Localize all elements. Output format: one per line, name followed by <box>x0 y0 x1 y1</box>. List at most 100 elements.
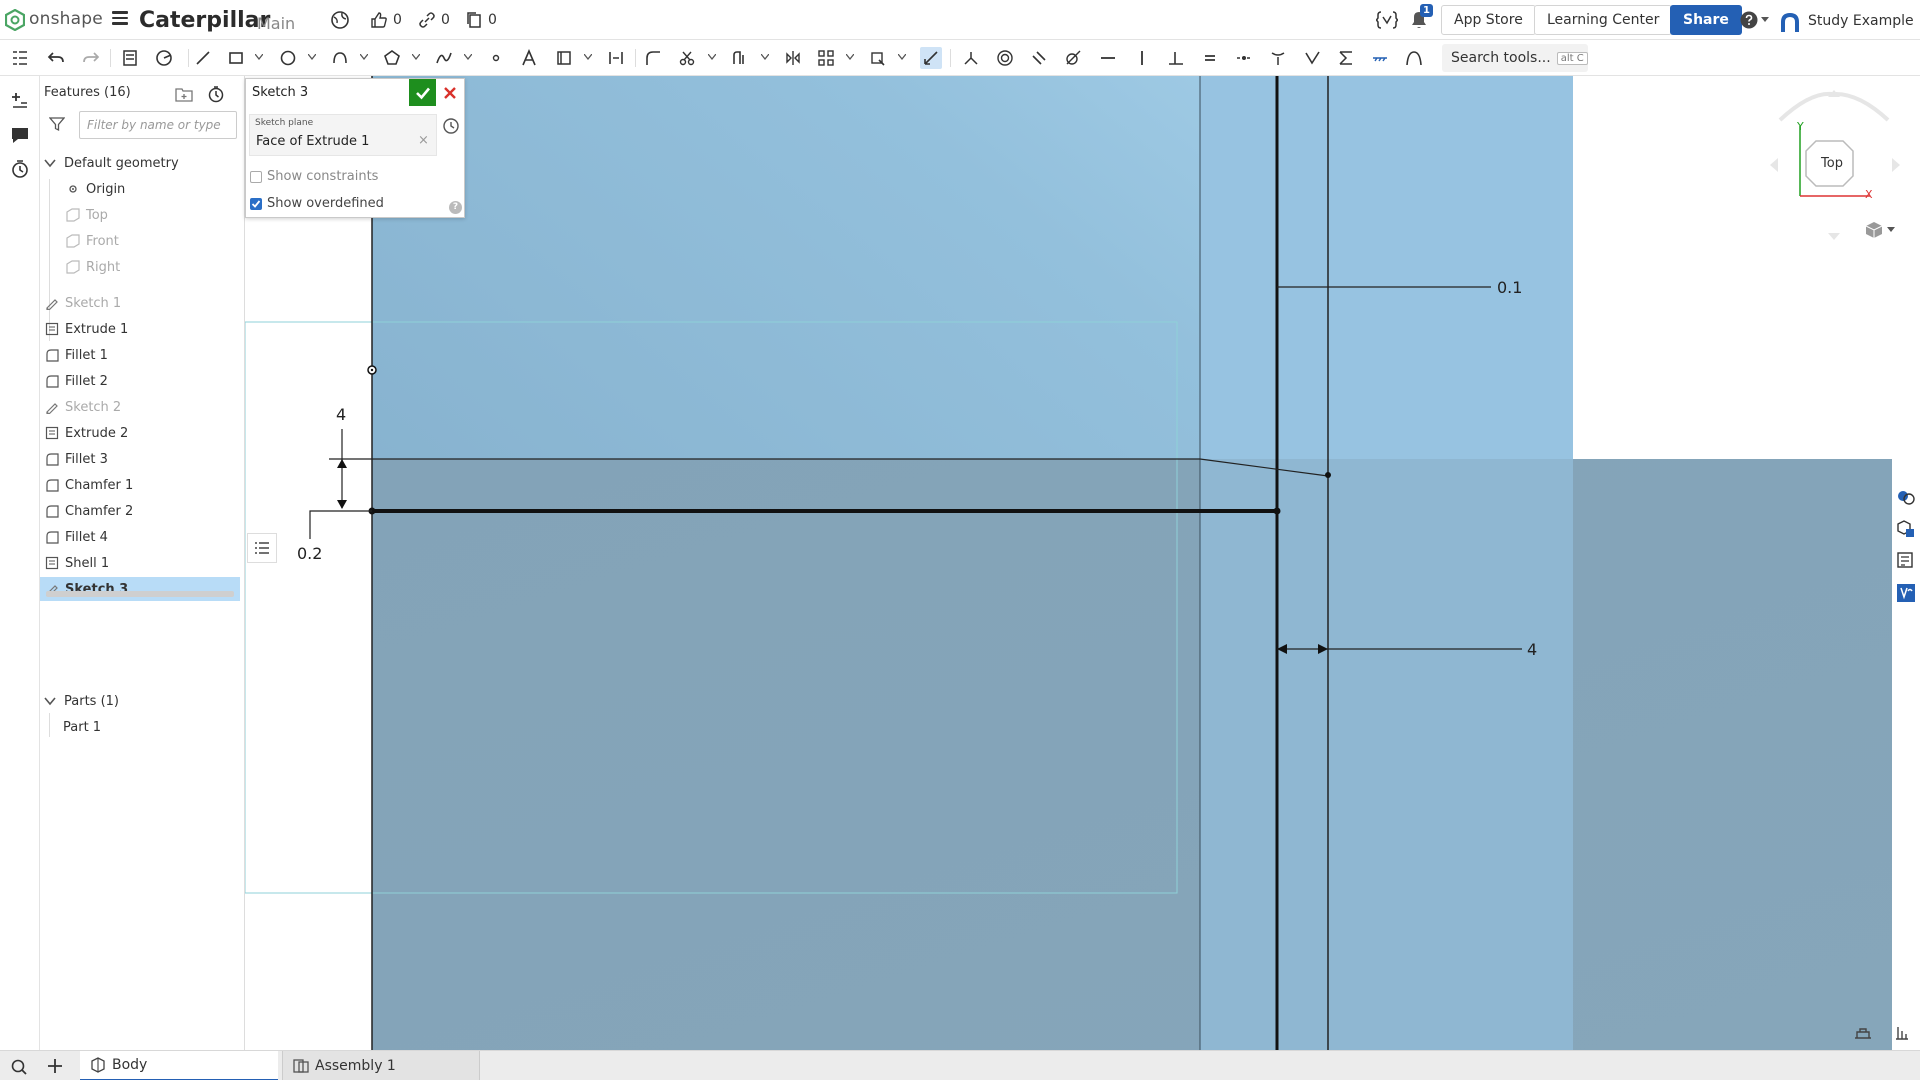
chevron-down-icon[interactable] <box>308 54 316 60</box>
point-tool-icon[interactable] <box>485 47 507 69</box>
document-title[interactable]: Caterpillar <box>139 8 270 33</box>
measure-icon[interactable] <box>1893 1024 1911 1042</box>
clear-plane-button[interactable]: × <box>418 133 429 148</box>
origin-item[interactable]: Origin <box>66 177 266 201</box>
polygon-tool-icon[interactable] <box>381 47 403 69</box>
use-icon[interactable] <box>119 47 141 69</box>
configurations-icon[interactable] <box>1895 550 1917 572</box>
add-feature-icon[interactable] <box>9 90 31 112</box>
accept-button[interactable] <box>409 79 436 106</box>
feature-item[interactable]: Chamfer 2 <box>40 499 240 523</box>
model-view[interactable] <box>245 76 1892 1050</box>
show-constraints-checkbox[interactable] <box>250 170 262 183</box>
chevron-down-icon[interactable] <box>846 54 854 60</box>
pattern-tool-icon[interactable] <box>815 47 837 69</box>
graphics-area[interactable]: 0.1 4 0.2 4 <box>245 76 1908 1050</box>
default-geometry-group[interactable]: Default geometry <box>44 151 244 175</box>
sketch-list-button[interactable] <box>247 533 277 563</box>
feature-item[interactable]: Chamfer 1 <box>40 473 240 497</box>
circle-tool-icon[interactable] <box>277 47 299 69</box>
feature-item[interactable]: Fillet 3 <box>40 447 240 471</box>
sketch-vertex[interactable] <box>1325 472 1331 478</box>
rollback-bar[interactable] <box>46 591 234 597</box>
show-overdefined-option[interactable]: Show overdefined <box>250 196 384 211</box>
horizontal-constraint-icon[interactable] <box>1097 47 1119 69</box>
dimension-label-4-horizontal[interactable]: 4 <box>1527 640 1537 659</box>
offset-tool-icon[interactable] <box>729 47 751 69</box>
dimension-label-0-1[interactable]: 0.1 <box>1497 278 1522 297</box>
feature-item[interactable]: Fillet 4 <box>40 525 240 549</box>
feature-item[interactable]: Fillet 2 <box>40 369 240 393</box>
branch-name[interactable]: Main <box>257 14 295 33</box>
plane-right-item[interactable]: Right <box>66 255 266 279</box>
concentric-constraint-icon[interactable] <box>994 47 1016 69</box>
appearance-icon[interactable] <box>1895 486 1917 508</box>
curvature-constraint-icon[interactable] <box>1403 47 1425 69</box>
comments-icon[interactable] <box>9 124 31 146</box>
undo-icon[interactable] <box>45 47 67 69</box>
cancel-button[interactable] <box>439 82 461 104</box>
feature-item[interactable]: Fillet 1 <box>40 343 240 367</box>
tab-body[interactable]: Body <box>80 1051 278 1080</box>
text-tool-icon[interactable] <box>518 47 540 69</box>
mass-properties-icon[interactable] <box>1895 518 1917 540</box>
vertical-constraint-icon[interactable] <box>1131 47 1153 69</box>
chevron-down-icon[interactable] <box>584 54 592 60</box>
feature-item[interactable]: Sketch 2 <box>40 395 240 419</box>
app-store-button[interactable]: App Store <box>1441 5 1536 35</box>
tangent-constraint-icon[interactable] <box>1062 47 1084 69</box>
plane-front-item[interactable]: Front <box>66 229 266 253</box>
parallel-constraint-icon[interactable] <box>1028 47 1050 69</box>
view-cube[interactable]: Top Y X <box>1770 88 1900 248</box>
trim-tool-icon[interactable] <box>676 47 698 69</box>
chevron-down-icon[interactable] <box>761 54 769 60</box>
feature-item[interactable]: Sketch 3 <box>40 577 240 601</box>
help-menu[interactable] <box>1740 10 1770 30</box>
chevron-down-icon[interactable] <box>898 54 906 60</box>
chevron-down-icon[interactable] <box>360 54 368 60</box>
fillet-tool-icon[interactable] <box>642 47 664 69</box>
line-tool-icon[interactable] <box>192 47 214 69</box>
likes-counter[interactable]: 0 <box>370 10 402 30</box>
construction-tool-icon[interactable] <box>605 47 627 69</box>
transform-tool-icon[interactable] <box>867 47 889 69</box>
perpendicular-constraint-icon[interactable] <box>1165 47 1187 69</box>
show-overdefined-checkbox[interactable] <box>250 197 262 210</box>
feature-item[interactable]: Sketch 1 <box>40 291 240 315</box>
image-tool-icon[interactable] <box>553 47 575 69</box>
learning-center-button[interactable]: Learning Center <box>1534 5 1673 35</box>
rectangle-tool-icon[interactable] <box>225 47 247 69</box>
chevron-down-icon[interactable] <box>412 54 420 60</box>
notifications-button[interactable]: 1 <box>1408 4 1433 32</box>
dimension-tool-icon[interactable] <box>920 47 942 69</box>
add-folder-icon[interactable] <box>175 86 193 102</box>
dimension-label-4-vertical[interactable]: 4 <box>336 405 346 424</box>
view-options-button[interactable] <box>1865 221 1895 239</box>
arrow-left-icon[interactable] <box>1770 158 1778 172</box>
part-lower-face[interactable] <box>372 459 1892 1050</box>
feature-item[interactable]: Extrude 2 <box>40 421 240 445</box>
chevron-down-icon[interactable] <box>708 54 716 60</box>
search-tabs-icon[interactable] <box>10 1058 28 1076</box>
menu-icon[interactable] <box>112 11 128 27</box>
chevron-down-icon[interactable] <box>255 54 263 60</box>
links-counter[interactable]: 0 <box>418 10 450 30</box>
part-item[interactable]: Part 1 <box>63 715 263 739</box>
sketch-vertex[interactable] <box>1273 507 1281 515</box>
share-button[interactable]: Share <box>1670 5 1742 35</box>
add-tab-icon[interactable] <box>47 1058 63 1074</box>
rollback-timer-icon[interactable] <box>207 85 225 103</box>
fix-constraint-icon[interactable] <box>1369 47 1391 69</box>
symmetric-constraint-icon[interactable] <box>1335 47 1357 69</box>
spline-tool-icon[interactable] <box>433 47 455 69</box>
feature-filter-input[interactable]: Filter by name or type <box>79 111 237 139</box>
globe-icon[interactable] <box>330 10 350 30</box>
show-constraints-option[interactable]: Show constraints <box>250 169 378 184</box>
normal-constraint-icon[interactable] <box>1267 47 1289 69</box>
search-tools-input[interactable]: Search tools... alt C <box>1442 44 1588 72</box>
plane-top-item[interactable]: Top <box>66 203 266 227</box>
tab-assembly-1[interactable]: Assembly 1 <box>282 1051 480 1080</box>
chevron-down-icon[interactable] <box>464 54 472 60</box>
graphics-settings-icon[interactable] <box>1853 1026 1873 1042</box>
midpoint-constraint-icon[interactable] <box>1233 47 1255 69</box>
